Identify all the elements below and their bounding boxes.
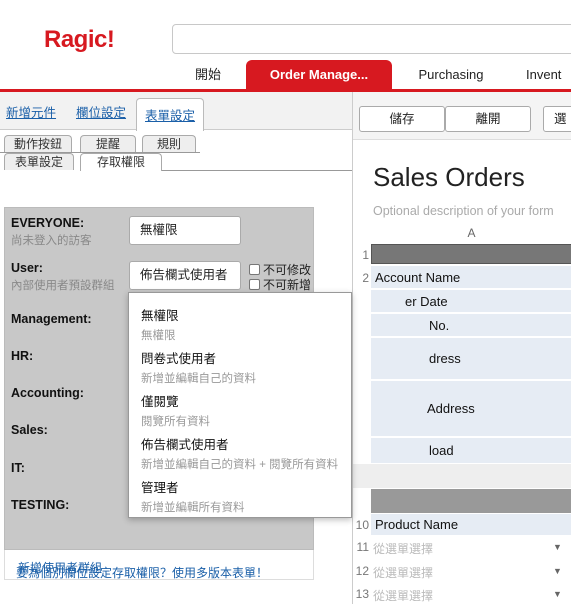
top-navigation: 開始 Order Manage... Purchasing Invent [0,60,571,92]
tab-row-divider [162,170,352,171]
group-name: HR: [11,349,34,363]
field-cell[interactable]: dress [371,338,571,380]
option-title: 僅閱覽 [141,395,179,409]
group-name: Sales: [11,423,48,437]
field-cell[interactable]: Address [371,381,571,437]
nav-tab-start[interactable]: 開始 [180,60,236,90]
row-number: 11 [356,540,369,554]
group-description: 尚未登入的訪客 [11,235,92,247]
subtab-access-rights[interactable]: 存取權限 [80,153,162,171]
nav-tab-order-management[interactable]: Order Manage... [246,60,392,90]
option-no-access[interactable]: 無權限 無權限 [141,305,179,343]
ragic-logo[interactable]: Ragic! [44,26,115,54]
checkbox-box[interactable] [249,264,260,275]
checkbox-box[interactable] [249,279,260,290]
group-row-everyone: EVERYONE: 尚未登入的訪客 無權限 [5,216,315,256]
no-create-checkbox[interactable]: 不可新增 [249,276,311,293]
exit-button[interactable]: 離開 [445,106,531,132]
column-header-a[interactable]: A [371,226,571,242]
option-title: 管理者 [141,481,179,495]
checkbox-label: 不可修改 [263,263,312,277]
option-bulletin-user[interactable]: 佈告欄式使用者 新增並編輯自己的資料 + 閱覽所有資料 [141,434,338,472]
nav-tab-inventory[interactable]: Invent [526,60,571,90]
header-bar-cell[interactable] [371,244,571,264]
tab-add-field[interactable]: 新增元件 [6,102,56,121]
row-number: 13 [355,587,369,601]
multi-version-form-link[interactable]: 要為個別欄位設定存取權限？使用多版本表單！ [16,564,268,581]
row-number: 2 [362,271,369,285]
select-from-menu[interactable]: 從選單選擇 [373,540,433,557]
section-gap [353,464,571,488]
option-survey-user[interactable]: 問卷式使用者 新增並編輯自己的資料 [141,348,256,386]
group-name: TESTING: [11,498,70,512]
field-cell[interactable]: No. [371,314,571,337]
form-designer-canvas: 儲存 離開 選 Sales Orders Optional descriptio… [352,92,571,604]
group-name: Accounting: [11,386,84,400]
tab-field-settings[interactable]: 欄位設定 [76,102,126,121]
group-name: EVERYONE: [11,216,85,230]
option-title: 問卷式使用者 [141,352,217,366]
chevron-down-icon[interactable]: ▼ [553,566,562,576]
app-header: Ragic! 開始 Order Manage... Purchasing Inv… [0,0,571,92]
access-level-select[interactable]: 無權限 [129,216,241,245]
option-description: 新增並編輯所有資料 [141,502,245,514]
form-description[interactable]: Optional description of your form [373,204,554,218]
form-title[interactable]: Sales Orders [373,162,525,193]
design-tabs: 新增元件 欄位設定 表單設定 [0,92,352,131]
option-title: 無權限 [141,309,179,323]
select-button[interactable]: 選 [543,106,571,132]
option-description: 新增並編輯自己的資料 + 閱覽所有資料 [141,459,339,471]
row-number: 1 [362,248,369,262]
row-number: 10 [355,518,369,532]
option-description: 無權限 [141,330,176,342]
group-name: IT: [11,461,25,475]
option-admin[interactable]: 管理者 新增並編輯所有資料 [141,477,245,515]
form-settings-subtabs: 動作按鈕 提醒 規則 表單設定 存取權限 [0,131,352,175]
group-name: User: [11,261,43,275]
option-title: 佈告欄式使用者 [141,438,229,452]
access-level-dropdown: 無權限 無權限 問卷式使用者 新增並編輯自己的資料 僅閱覽 閱覽所有資料 佈告欄… [128,292,352,518]
select-from-menu[interactable]: 從選單選擇 [373,564,433,581]
field-cell[interactable]: Product Name [371,514,571,536]
subtab-rules[interactable]: 規則 [142,135,196,152]
row-number: 12 [355,564,369,578]
designer-toolbar: 儲存 離開 選 [353,92,571,140]
subtab-form-settings[interactable]: 表單設定 [4,153,74,170]
save-button[interactable]: 儲存 [359,106,445,132]
subtable-header-bar[interactable] [371,489,571,513]
select-from-menu[interactable]: 從選單選擇 [373,587,433,604]
search-input[interactable] [172,24,571,54]
field-cell[interactable]: load [371,438,571,464]
field-cell[interactable]: er Date [371,290,571,313]
chevron-down-icon[interactable]: ▼ [553,542,562,552]
option-description: 新增並編輯自己的資料 [141,373,256,385]
checkbox-label: 不可新增 [263,278,312,292]
tab-form-settings[interactable]: 表單設定 [136,98,205,131]
field-cell[interactable]: Account Name [371,266,571,289]
group-name: Management: [11,312,92,326]
option-description: 閱覽所有資料 [141,416,210,428]
subtab-reminders[interactable]: 提醒 [80,135,136,152]
nav-tab-purchasing[interactable]: Purchasing [404,60,498,90]
group-description: 內部使用者預設群組 [11,280,115,292]
subtab-action-buttons[interactable]: 動作按鈕 [4,135,72,152]
access-level-select[interactable]: 佈告欄式使用者 [129,261,241,290]
option-view-only[interactable]: 僅閱覽 閱覽所有資料 [141,391,210,429]
chevron-down-icon[interactable]: ▼ [553,589,562,599]
